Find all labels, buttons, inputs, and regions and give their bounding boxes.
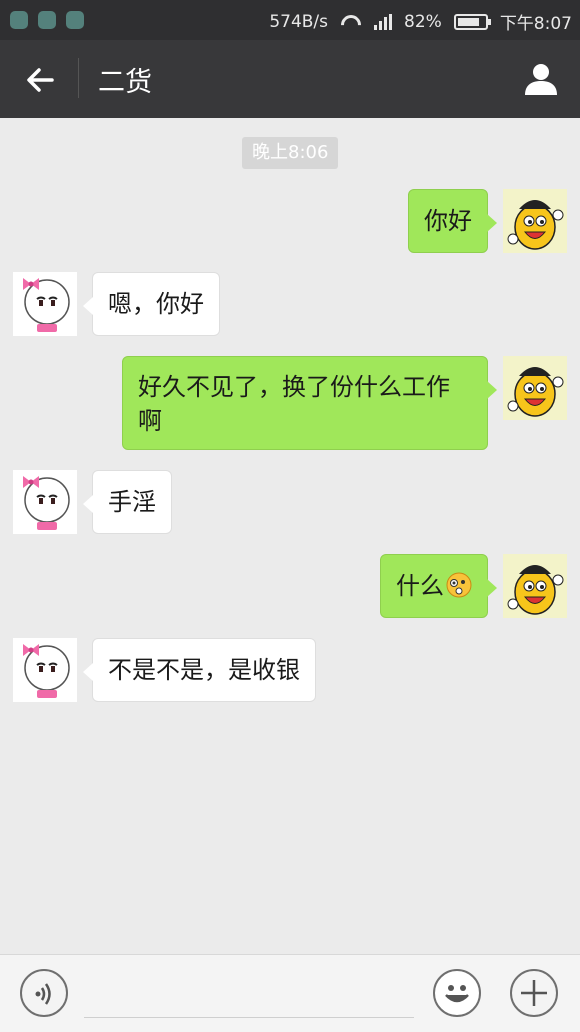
notification-icons [10, 11, 84, 29]
app-notification-icon [66, 11, 84, 29]
message-bubble-sent[interactable]: 你好 [408, 189, 497, 253]
my-avatar[interactable] [503, 554, 567, 618]
message-bubble-received[interactable]: 嗯，你好 [83, 272, 220, 336]
signal-icon [374, 13, 393, 30]
message-bubble-received[interactable]: 手淫 [83, 470, 172, 534]
message-text: 手淫 [108, 488, 156, 516]
clock: 下午8:07 [499, 14, 572, 34]
voice-icon [35, 983, 51, 1005]
app-notification-icon [10, 11, 28, 29]
more-actions-button[interactable] [510, 969, 558, 1017]
battery-percent: 82% [404, 11, 442, 32]
emoji-icon [445, 985, 469, 1003]
battery-icon [453, 13, 491, 30]
message-text: 你好 [424, 207, 472, 235]
status-bar: 574B/s 82% 下午8:07 [0, 0, 580, 40]
back-arrow-icon[interactable] [22, 62, 58, 98]
battery-fill [457, 17, 480, 26]
emoji-button[interactable] [433, 969, 481, 1017]
header-divider [78, 58, 79, 98]
wifi-icon [340, 14, 362, 30]
message-text: 什么 [396, 572, 444, 600]
my-avatar[interactable] [503, 189, 567, 253]
message-input[interactable] [84, 1017, 414, 1018]
network-speed: 574B/s [269, 11, 329, 32]
message-text-line: 啊 [138, 407, 162, 435]
message-bubble-sent[interactable]: 什么 [380, 554, 497, 618]
my-avatar[interactable] [503, 356, 567, 420]
plus-icon [521, 980, 547, 1006]
message-bubble-received[interactable]: 不是不是，是收银 [83, 638, 316, 702]
message-timestamp: 晚上8:06 [242, 137, 339, 169]
input-bar [0, 954, 580, 1032]
profile-icon[interactable] [522, 60, 560, 98]
message-bubble-sent[interactable]: 好久不见了，换了份什么工作 啊 [122, 356, 497, 450]
contact-avatar[interactable] [13, 272, 77, 336]
message-text: 不是不是，是收银 [108, 656, 300, 684]
voice-button[interactable] [20, 969, 68, 1017]
chat-title: 二货 [98, 67, 152, 98]
contact-avatar[interactable] [13, 638, 77, 702]
message-text: 嗯，你好 [108, 290, 204, 318]
chat-header: 二货 [0, 40, 580, 118]
message-text-line: 好久不见了，换了份什么工作 [138, 373, 450, 401]
app-notification-icon [38, 11, 56, 29]
contact-avatar[interactable] [13, 470, 77, 534]
confused-emoji-icon [446, 572, 472, 598]
